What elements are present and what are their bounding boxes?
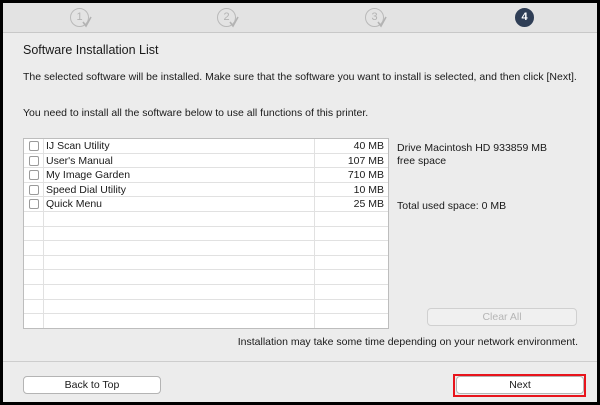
footer-divider [3,361,597,362]
list-item[interactable]: User's Manual 107 MB [24,154,388,169]
checkbox[interactable] [29,184,39,195]
drive-info: Drive Macintosh HD 933859 MB free space [397,142,547,168]
software-name: My Image Garden [46,169,131,182]
software-size: 10 MB [353,183,384,196]
step-1: 1 [70,8,92,28]
empty-row [24,256,388,271]
software-name: Speed Dial Utility [46,183,126,196]
checkmark-icon [229,16,239,28]
software-size: 25 MB [353,198,384,211]
empty-row [24,285,388,300]
step-4-number: 4 [515,8,534,27]
empty-row [24,300,388,315]
software-size: 40 MB [353,140,384,152]
drive-free-space: Drive Macintosh HD 933859 MB [397,142,547,154]
back-to-top-button[interactable]: Back to Top [23,376,161,394]
page-title: Software Installation List [23,43,159,57]
clear-all-button[interactable]: Clear All [427,308,577,326]
step-3: 3 [365,8,387,28]
step-indicator: 1 2 3 4 [3,3,597,33]
software-size: 710 MB [347,169,384,182]
software-list: IJ Scan Utility 40 MB User's Manual 107 … [23,138,389,329]
empty-row [24,212,388,227]
empty-row [24,314,388,328]
list-item[interactable]: IJ Scan Utility 40 MB [24,139,388,154]
empty-row [24,227,388,242]
network-note: Installation may take some time dependin… [237,336,578,348]
checkmark-icon [377,16,387,28]
checkbox[interactable] [29,141,39,151]
checkbox[interactable] [29,199,39,210]
checkbox[interactable] [29,170,39,181]
checkbox[interactable] [29,155,39,166]
installer-window: 1 2 3 4 Software Installation List The s… [3,3,597,402]
step-4: 4 [515,8,537,28]
empty-row [24,241,388,256]
list-item[interactable]: My Image Garden 710 MB [24,168,388,183]
list-item[interactable]: Quick Menu 25 MB [24,197,388,212]
software-name: User's Manual [46,154,113,167]
list-item[interactable]: Speed Dial Utility 10 MB [24,183,388,198]
instruction-text: The selected software will be installed.… [23,71,577,83]
software-size: 107 MB [347,154,384,167]
next-button-highlight [453,374,586,397]
software-name: Quick Menu [46,198,103,211]
step-2: 2 [217,8,239,28]
drive-free-space-label: free space [397,155,447,167]
total-used-space: Total used space: 0 MB [397,200,507,212]
software-name: IJ Scan Utility [46,140,110,152]
checkmark-icon [82,16,92,28]
requirement-text: You need to install all the software bel… [23,107,369,119]
empty-row [24,270,388,285]
